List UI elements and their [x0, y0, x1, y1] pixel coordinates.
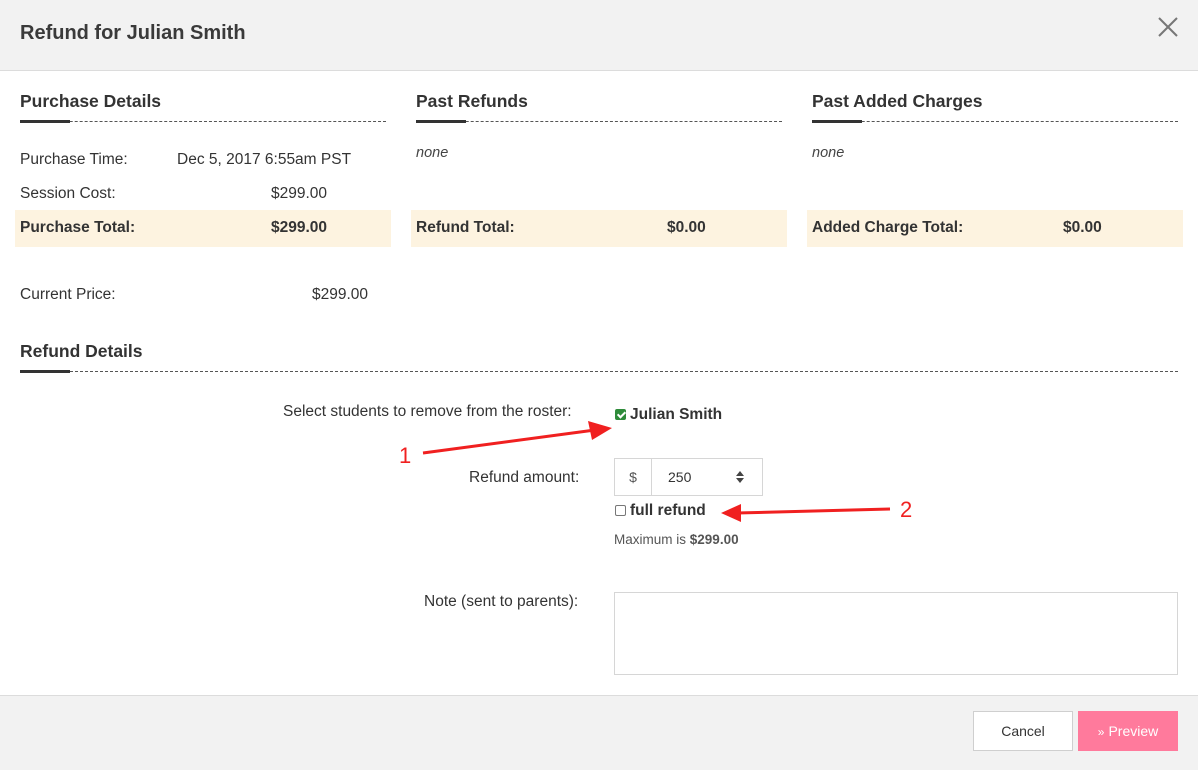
- double-chevron-right-icon: »: [1097, 725, 1105, 739]
- modal-title: Refund for Julian Smith: [20, 22, 246, 44]
- number-spinner-icon[interactable]: [735, 470, 745, 484]
- section-divider: [20, 371, 1178, 372]
- cancel-button[interactable]: Cancel: [973, 711, 1073, 751]
- section-divider-accent: [20, 120, 70, 123]
- maximum-value: $299.00: [689, 532, 739, 547]
- section-divider-accent: [416, 120, 466, 123]
- section-divider-accent: [812, 120, 862, 123]
- session-cost-label: Session Cost:: [20, 185, 116, 202]
- full-refund-label[interactable]: full refund: [630, 502, 706, 520]
- refund-details-heading: Refund Details: [20, 341, 143, 361]
- refund-amount-group: $: [614, 458, 763, 496]
- student-checkbox[interactable]: [615, 409, 626, 420]
- note-label: Note (sent to parents):: [424, 593, 579, 610]
- annotation-label-1: 1: [399, 443, 412, 468]
- section-divider: [812, 121, 1178, 122]
- close-icon[interactable]: [1155, 14, 1181, 40]
- past-refunds-empty: none: [416, 145, 449, 161]
- current-price-label: Current Price:: [20, 286, 116, 303]
- annotation-arrow-1: [422, 421, 612, 455]
- annotation-label-2: 2: [900, 497, 913, 522]
- past-refunds-heading: Past Refunds: [416, 91, 528, 111]
- current-price-value: $299.00: [312, 286, 369, 303]
- students-label: Select students to remove from the roste…: [283, 403, 572, 420]
- refund-total-value: $0.00: [667, 219, 706, 236]
- past-added-charges-empty: none: [812, 145, 845, 161]
- section-divider: [416, 121, 782, 122]
- purchase-total-label: Purchase Total:: [20, 219, 136, 236]
- full-refund-checkbox[interactable]: [615, 505, 626, 516]
- refund-total-label: Refund Total:: [416, 219, 515, 236]
- purchase-time-value: Dec 5, 2017 6:55am PST: [177, 151, 352, 168]
- annotation-arrow-2: [721, 504, 891, 522]
- preview-button-label: Preview: [1108, 723, 1159, 739]
- past-added-charges-heading: Past Added Charges: [812, 91, 983, 111]
- purchase-time-label: Purchase Time:: [20, 151, 128, 168]
- added-charge-total-value: $0.00: [1063, 219, 1102, 236]
- added-charge-total-label: Added Charge Total:: [812, 219, 964, 236]
- session-cost-value: $299.00: [271, 185, 328, 202]
- refund-amount-label: Refund amount:: [469, 469, 580, 486]
- student-name[interactable]: Julian Smith: [630, 406, 722, 424]
- maximum-prefix: Maximum is: [614, 532, 687, 547]
- refund-amount-input[interactable]: [652, 459, 762, 495]
- maximum-note: Maximum is $299.00: [614, 532, 739, 547]
- section-divider: [20, 121, 386, 122]
- purchase-total-value: $299.00: [271, 219, 328, 236]
- preview-button[interactable]: » Preview: [1078, 711, 1178, 751]
- section-divider-accent: [20, 370, 70, 373]
- purchase-details-heading: Purchase Details: [20, 91, 162, 111]
- note-textarea[interactable]: [614, 592, 1178, 675]
